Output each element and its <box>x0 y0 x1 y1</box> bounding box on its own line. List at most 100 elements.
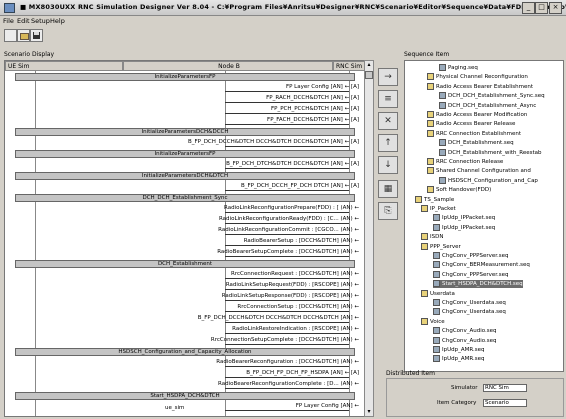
tree-file[interactable]: ChgConv_BERMeasurement.seq <box>433 261 530 269</box>
tree-folder[interactable]: Radio Access Bearer Modification <box>427 111 527 119</box>
delete-icon[interactable]: ✕ <box>378 112 398 130</box>
scenario-message[interactable]: RrcConnectionRequest : [DCCH&DTCH] (AN) … <box>65 271 359 279</box>
save-icon[interactable] <box>30 29 43 42</box>
scenario-message[interactable]: FP Layer Config [AN] ← [A] <box>65 84 359 92</box>
tree-file[interactable]: IpUdp_AMR.seq <box>433 346 485 354</box>
scrollbar-thumb[interactable] <box>365 71 373 79</box>
scenario-message[interactable]: B_FP_DCH_DCCH&DTCH DCCH&DTCH DCCH&DTCH [… <box>65 139 359 147</box>
tree-file[interactable]: ChgConv_Audio.seq <box>433 327 497 335</box>
scenario-section-band[interactable]: InitializeParametersFP <box>15 73 355 81</box>
scenario-message[interactable]: FP Layer Config [AN] ← <box>65 403 359 411</box>
tree-file[interactable]: ChgConv_PPPServer.seq <box>433 252 508 260</box>
new-file-icon[interactable] <box>4 29 17 42</box>
scenario-message[interactable]: FP_FACH_DCCH&DTCH [AN] ← [A] <box>65 117 359 125</box>
tree-file[interactable]: DCH_Establishment.seq <box>439 139 514 147</box>
simulator-select[interactable]: RNC Sim <box>483 384 527 392</box>
tree-folder[interactable]: Radio Access Bearer Establishment <box>427 82 533 91</box>
tree-folder[interactable]: RRC Connection Establishment <box>427 129 521 138</box>
scenario-message[interactable]: RadioBearerSetupComplete : [DCCH&DTCH] (… <box>65 249 359 257</box>
scenario-message[interactable]: RadioLinkSetupRequest(FDD) : [RSCOPE] (A… <box>65 282 359 290</box>
tree-file[interactable]: IpUdp_AMR.seq <box>433 355 485 363</box>
insert-arrow-icon[interactable]: → <box>378 68 398 86</box>
menu-edit[interactable]: Edit <box>17 17 30 25</box>
menu-setup[interactable]: Setup <box>31 17 50 25</box>
simulator-label: Simulator <box>451 385 478 391</box>
folder-icon <box>421 205 428 212</box>
column-header-node-b: Node B <box>123 61 333 71</box>
tree-folder[interactable]: IP_Packet <box>421 205 456 213</box>
tree-file[interactable]: ChgConv_PPPServer.seq <box>433 270 508 279</box>
tree-file[interactable]: ChgConv_Audio.seq <box>433 336 497 345</box>
scenario-message[interactable]: RadioLinkRestoreIndication : [RSCOPE] (A… <box>65 326 359 334</box>
scenario-message[interactable]: RadioBearerSetup : [DCCH&DTCH] (AN) ← <box>65 238 359 246</box>
tree-file[interactable]: IpUdp_IPPacket.seq <box>433 223 495 232</box>
scenario-section-band[interactable]: InitializeParametersFP <box>15 150 355 158</box>
scenario-message[interactable]: RadioBearerReconfigurationComplete : [D.… <box>65 381 359 389</box>
scenario-message[interactable]: FP_PCH_PCCH&DTCH [AN] ← [A] <box>65 106 359 114</box>
tree-file[interactable]: ChgConv_Userdata.seq <box>433 299 506 307</box>
tree-folder[interactable]: Userdata <box>421 289 455 298</box>
scenario-message[interactable]: RrcConnectionSetupComplete : [DCCH&DTCH]… <box>65 337 359 345</box>
scenario-section-band[interactable]: InitializeParametersDCH&DTCH <box>15 172 355 180</box>
scenario-message[interactable]: FP_RACH_DCCH&DTCH [AN] ← [A] <box>65 95 359 103</box>
tree-file[interactable]: DCH_Establishment_with_Reestab <box>439 148 542 157</box>
copy-icon[interactable]: ⎘ <box>378 202 398 220</box>
scenario-section-band[interactable]: DCH_Establishment <box>15 260 355 268</box>
tree-folder[interactable]: Shared Channel Configuration and <box>427 167 531 175</box>
scenario-section-band[interactable]: HSDSCH_Configuration_and_Capacity_Alloca… <box>15 348 355 356</box>
move-down-icon[interactable]: ↓ <box>378 156 398 174</box>
tree-file[interactable]: HSDSCH_Configuration_and_Cap <box>439 176 538 185</box>
move-up-icon[interactable]: ↑ <box>378 134 398 152</box>
tree-file[interactable]: IpUdp_IPPacket.seq <box>433 214 495 222</box>
item-category-label: Item Category <box>437 400 477 406</box>
scenario-message[interactable]: RrcConnectionSetup : [DCCH&DTCH] (AN) ← <box>65 304 359 312</box>
folder-icon <box>427 111 434 118</box>
scenario-display[interactable]: UE Sim Node B RNC Sim InitializeParamete… <box>4 60 366 417</box>
tree-folder[interactable]: Voice <box>421 317 445 326</box>
tree-folder[interactable]: Soft Handover(FDD) <box>427 186 491 194</box>
item-category-select[interactable]: Scenario <box>483 399 527 407</box>
close-button[interactable]: × <box>549 2 562 14</box>
tree-folder[interactable]: ISDN <box>421 233 443 241</box>
tree-folder[interactable]: Radio Access Bearer Release <box>427 120 515 128</box>
folder-icon <box>427 73 434 81</box>
tree-file[interactable]: Start_HSDPA_DCH&DTCH.seq <box>433 280 523 289</box>
tree-folder[interactable]: RRC Connection Release <box>427 158 503 166</box>
tree-file[interactable]: DCH_DCH_Establishment_Sync.seq <box>439 92 545 100</box>
menu-help[interactable]: Help <box>50 17 65 25</box>
file-icon <box>433 308 440 316</box>
tree-file[interactable]: DCH_DCH_Establishment_Async <box>439 101 536 110</box>
scenario-message[interactable]: B_FP_DCH_DTCH&DTCH DCCH&DTCH [AN] ← [A] <box>65 161 359 169</box>
tree-file[interactable]: ChgConv_Userdata.seq <box>433 308 506 316</box>
list-icon[interactable]: ≡ <box>378 90 398 108</box>
grid-icon[interactable]: ▦ <box>378 180 398 198</box>
scenario-message[interactable]: RadioLinkReconfigurationCommit : [CGCO..… <box>65 227 359 235</box>
file-icon <box>433 261 440 269</box>
tree-file[interactable]: Paging.seq <box>439 64 478 72</box>
scenario-message[interactable]: B_FP_DCH_DCCH_FP_DCH DTCH [AN] ← [A] <box>65 183 359 191</box>
tree-folder[interactable]: TS_Sample <box>415 195 454 204</box>
menu-file[interactable]: File <box>3 17 14 25</box>
minimize-button[interactable]: _ <box>522 2 535 14</box>
folder-icon <box>421 233 428 241</box>
scenario-message[interactable]: RadioLinkReconfigurationReady(FDD) : [C.… <box>65 216 359 224</box>
scenario-message[interactable]: RadioBearerReconfiguration : [DCCH&DTCH]… <box>65 359 359 367</box>
open-file-icon[interactable] <box>17 29 30 42</box>
scroll-up-arrow-icon[interactable]: ▴ <box>365 61 373 69</box>
tree-item-label: IpUdp_AMR.seq <box>442 356 485 363</box>
folder-icon <box>421 242 428 250</box>
scenario-section-band[interactable]: DCH_DCH_Establishment_Sync <box>15 194 355 202</box>
tree-folder[interactable]: PPP_Server <box>421 242 461 251</box>
maximize-button[interactable]: □ <box>535 2 548 14</box>
scenario-section-band[interactable]: Start_HSDPA_DCH&DTCH <box>15 392 355 400</box>
tree-folder[interactable]: Physical Channel Reconfiguration <box>427 73 528 81</box>
scenario-section-band[interactable]: InitializeParametersDCH&DCCH <box>15 128 355 136</box>
scroll-down-arrow-icon[interactable]: ▾ <box>365 408 373 416</box>
scenario-message[interactable]: B_FP_DCH_FP_DCH_FP_HSDPA [AN] ← [A] <box>65 370 359 378</box>
sequence-item-tree[interactable]: Paging.seq Physical Channel Reconfigurati… <box>404 60 564 372</box>
scenario-message[interactable]: RadioLinkSetupResponse(FDD) : [RSCOPE] (… <box>65 293 359 301</box>
scenario-message[interactable]: B_FP_DCH_DCCH&DTCH DCCH&DTCH DCCH&DTCH [… <box>65 315 359 323</box>
scenario-scrollbar[interactable]: ▴ ▾ <box>364 60 374 417</box>
scenario-message[interactable]: RadioLinkReconfigurationPrepare(FDD) : [… <box>65 205 359 213</box>
folder-icon <box>427 82 434 90</box>
